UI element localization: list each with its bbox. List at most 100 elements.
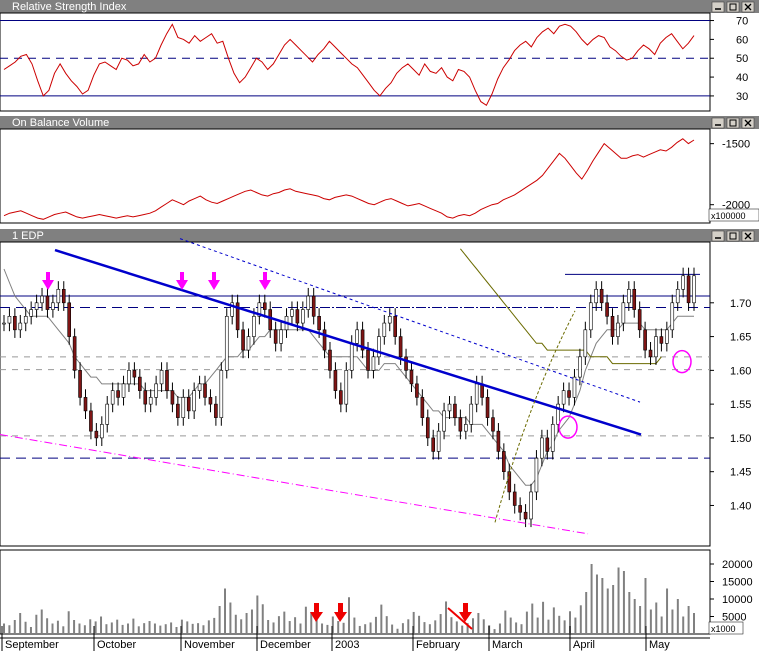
candle-body: [121, 383, 126, 398]
candle-body: [502, 451, 506, 472]
candle-body: [627, 288, 631, 304]
candle-body: [371, 356, 376, 371]
candle-body: [485, 397, 490, 418]
candle-body: [420, 397, 425, 418]
candle-body: [610, 316, 615, 337]
candle-body: [491, 417, 495, 432]
price-tick-label: 1.50: [730, 433, 751, 445]
price-tick-label: 1.70: [730, 298, 751, 310]
candle-body: [540, 437, 544, 459]
candle-body: [643, 329, 647, 351]
candle-body: [648, 349, 653, 358]
candle-body: [246, 336, 251, 351]
candle-body: [616, 322, 620, 337]
candle-body: [355, 329, 359, 344]
candle-body: [436, 430, 441, 452]
candle-body: [349, 343, 354, 371]
candle-body: [219, 370, 224, 418]
candle-body: [545, 437, 550, 452]
candle-body: [165, 370, 169, 391]
candle-body: [159, 370, 164, 385]
candle-body: [561, 390, 566, 405]
candle-body: [523, 511, 528, 520]
close-button[interactable]: [741, 1, 755, 13]
candle-body: [138, 376, 142, 391]
month-label: 2003: [335, 639, 359, 651]
candle-body: [132, 370, 137, 378]
candle-body: [301, 309, 305, 324]
volume-tick-label: 5000: [722, 612, 746, 624]
candle-body: [431, 437, 436, 452]
volume-tick-label: 15000: [722, 577, 753, 589]
minimize-button[interactable]: [711, 1, 725, 13]
candle-body: [496, 430, 501, 452]
candle-body: [621, 302, 626, 324]
rsi-panel: Relative Strength Index 30 40 50 60 70: [0, 0, 759, 112]
minimize-button-face: [711, 117, 725, 129]
candle-body: [40, 295, 44, 304]
candle-body: [99, 424, 104, 439]
candle-body: [2, 322, 6, 325]
candle-body: [567, 390, 571, 398]
price-title-bar: [0, 229, 759, 242]
candle-body: [518, 505, 522, 513]
candle-body: [550, 424, 555, 452]
candle-body: [344, 370, 349, 405]
candle-body: [262, 302, 267, 310]
red-arrow-shaft: [463, 603, 468, 612]
rsi-tick-label: 70: [736, 16, 748, 28]
candle-body: [252, 316, 256, 337]
candle-body: [409, 370, 414, 385]
magenta-arrow-shaft: [46, 272, 50, 280]
price-panel: 1 EDP 1.40 1.45 1.50 1.55 1.60 1.65 1.70: [0, 229, 759, 547]
candle-body: [675, 288, 680, 304]
maximize-button[interactable]: [726, 117, 740, 129]
minimize-button[interactable]: [711, 117, 725, 129]
maximize-button[interactable]: [726, 1, 740, 13]
candle-body: [681, 275, 685, 290]
candle-body: [116, 390, 120, 398]
candle-body: [382, 322, 387, 337]
obv-plot-area: [0, 128, 711, 224]
candle-body: [588, 302, 593, 331]
candle-body: [415, 383, 419, 398]
obv-title-bar: [0, 116, 759, 129]
candle-body: [273, 329, 278, 344]
candle-body: [404, 356, 408, 371]
candle-body: [78, 370, 82, 398]
candle-body: [534, 457, 539, 493]
candle-body: [143, 390, 148, 405]
rsi-tick-label: 50: [736, 53, 748, 65]
month-label: May: [649, 639, 670, 651]
candle-body: [529, 491, 533, 520]
month-label: December: [260, 639, 311, 651]
rsi-tick-label: 40: [736, 72, 748, 84]
price-plot-area: [0, 241, 711, 547]
candle-body: [29, 309, 33, 317]
candle-body: [594, 288, 599, 304]
close-button[interactable]: [741, 117, 755, 129]
candle-body: [110, 390, 115, 405]
minimize-button[interactable]: [711, 230, 725, 242]
candle-body: [181, 397, 186, 418]
candle-body: [176, 403, 180, 418]
volume-panel: 5000 10000 15000 20000 x1000: [0, 549, 753, 635]
candle-body: [583, 329, 588, 358]
candle-body: [61, 288, 66, 304]
candle-body: [186, 397, 191, 412]
candle-body: [464, 424, 468, 432]
price-tick-label: 1.55: [730, 399, 751, 411]
candle-body: [458, 417, 463, 432]
candle-body: [317, 316, 321, 331]
candle-body: [328, 349, 332, 371]
candle-body: [692, 275, 696, 304]
obv-unit-label: x100000: [711, 211, 746, 221]
close-button[interactable]: [741, 230, 755, 242]
red-arrow-shaft: [338, 603, 343, 612]
candle-body: [599, 288, 604, 304]
maximize-button[interactable]: [726, 230, 740, 242]
candle-body: [322, 329, 327, 351]
candle-body: [572, 376, 577, 398]
candle-body: [469, 403, 474, 425]
candle-body: [94, 430, 99, 439]
